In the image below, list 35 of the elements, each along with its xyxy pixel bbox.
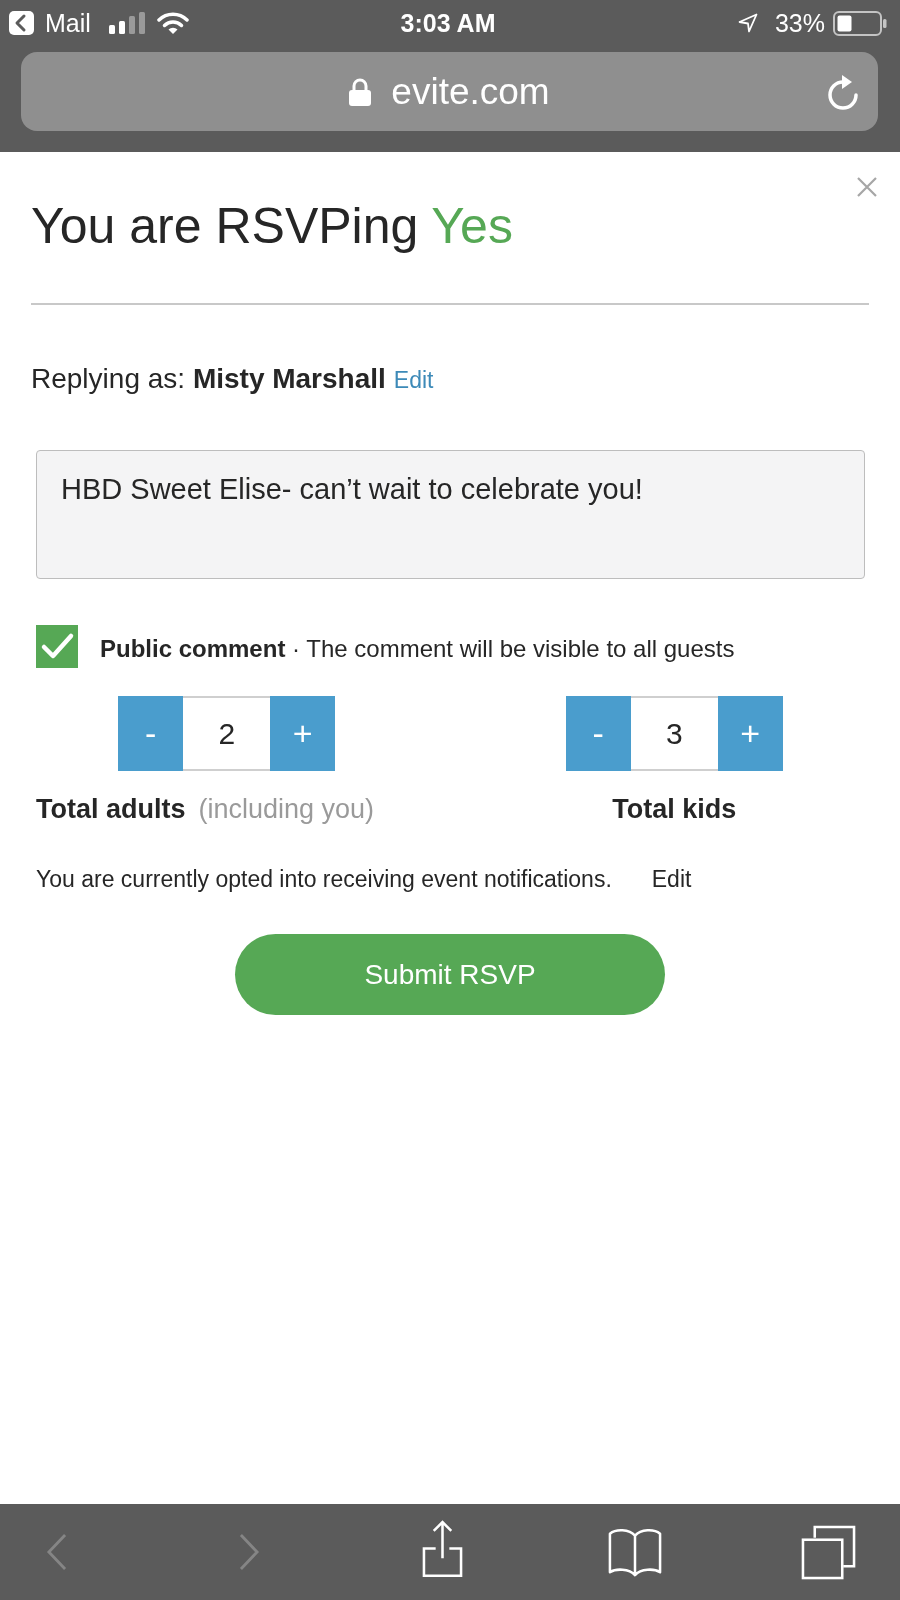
back-to-app-button[interactable]: Mail xyxy=(9,8,91,38)
edit-link[interactable]: Edit xyxy=(651,865,692,893)
count-field[interactable]: 3 xyxy=(630,696,718,771)
lock-icon xyxy=(349,77,372,106)
count-field[interactable]: 2 xyxy=(183,696,271,771)
signal-icon xyxy=(108,12,145,34)
replying-as-text: Replying as: Misty Marshall xyxy=(31,362,386,396)
dialog-title: You are RSVPing xyxy=(31,197,419,255)
close-icon[interactable] xyxy=(857,177,877,197)
increment-button[interactable]: + xyxy=(717,696,783,771)
edit-link[interactable]: Edit xyxy=(393,367,434,394)
book-icon[interactable] xyxy=(608,1526,662,1578)
increment-button[interactable]: + xyxy=(270,696,336,771)
comment-field[interactable]: HBD Sweet Elise- can’t wait to celebrate you! xyxy=(36,450,865,579)
location-arrow-icon xyxy=(737,13,758,33)
counter-note: (including you) xyxy=(198,793,375,825)
battery-percent: 33% xyxy=(774,8,825,38)
notification-text: You are currently opted into receiving event notifications. xyxy=(36,865,612,893)
back-chevron-icon xyxy=(9,11,34,35)
rsvp-response: Yes xyxy=(431,197,513,255)
checkbox[interactable] xyxy=(36,625,78,668)
counter-label: Total adults xyxy=(36,793,186,825)
share-icon[interactable] xyxy=(421,1518,463,1578)
battery-icon xyxy=(833,10,887,36)
address-bar[interactable]: evite.com xyxy=(21,52,878,131)
submit-button[interactable]: Submit RSVP xyxy=(235,934,665,1015)
reload-icon[interactable] xyxy=(826,73,860,110)
counter-label: Total kids xyxy=(612,793,737,825)
public-comment-text: Public comment · The comment will be visible to all guests xyxy=(100,633,735,663)
decrement-button[interactable]: - xyxy=(118,696,184,771)
overlapping-squares-icon[interactable] xyxy=(800,1524,856,1580)
status-time: 3:03 AM xyxy=(400,8,496,38)
wifi-icon xyxy=(156,11,189,35)
decrement-button[interactable]: - xyxy=(565,696,631,771)
url-text: evite.com xyxy=(391,70,550,113)
